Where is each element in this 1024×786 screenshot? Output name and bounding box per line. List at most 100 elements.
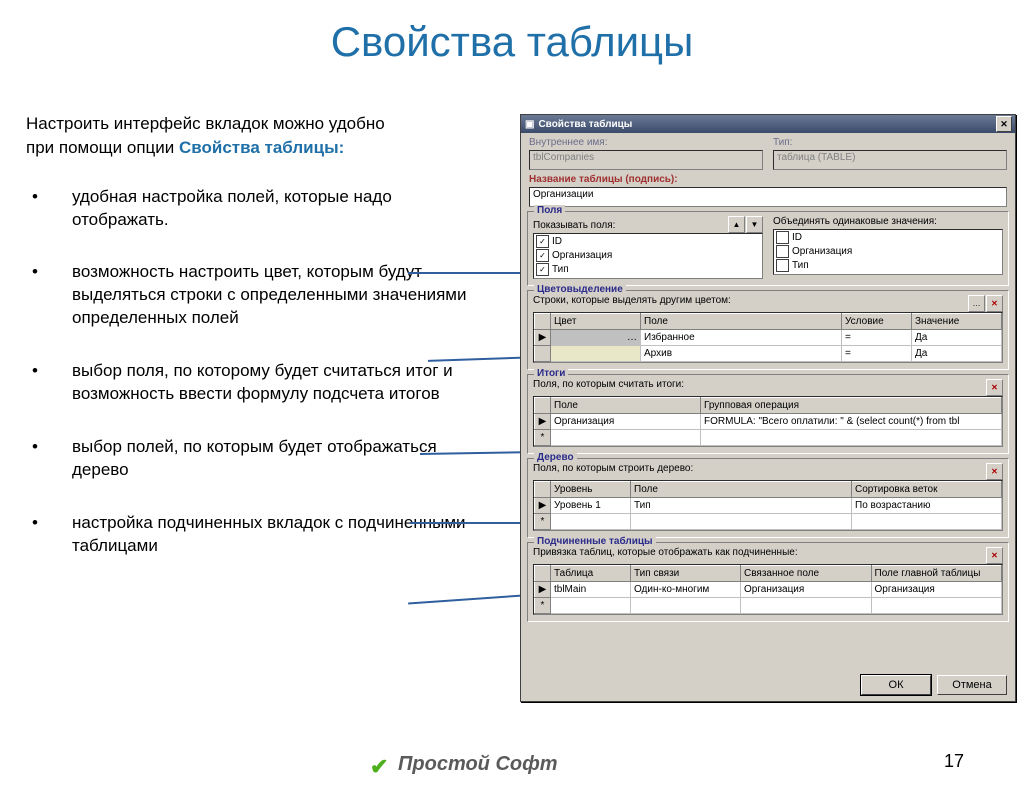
internal-name-label: Внутреннее имя: [529, 137, 763, 148]
checkbox-icon[interactable] [776, 245, 789, 258]
grid-cell[interactable]: Избранное [641, 330, 842, 346]
col-header: Поле [631, 482, 852, 498]
grid-cell[interactable]: Организация [741, 582, 872, 598]
row-marker: ▶ [535, 414, 551, 430]
fields-group: Поля Показывать поля: ▲ ▼ ✓ID ✓Организац… [527, 211, 1009, 286]
merge-fields-list[interactable]: ID Организация Тип [773, 229, 1003, 275]
totals-legend: Итоги [534, 368, 568, 379]
new-row-marker: * [535, 514, 551, 530]
grid-cell[interactable]: По возрастанию [852, 498, 1002, 514]
grid-cell[interactable]: Да [912, 346, 1002, 362]
row-marker: ▶ [535, 330, 551, 346]
checkbox-icon[interactable]: ✓ [536, 235, 549, 248]
grid-cell[interactable]: Уровень 1 [551, 498, 631, 514]
caption-field[interactable]: Организации [529, 187, 1007, 207]
brand-text: Простой Софт [398, 753, 558, 776]
subs-hint: Привязка таблиц, которые отображать как … [533, 547, 798, 562]
fields-legend: Поля [534, 205, 565, 216]
list-item-label: ID [552, 236, 562, 247]
subs-group: Подчиненные таблицы Привязка таблиц, кот… [527, 542, 1009, 622]
grid-cell[interactable]: Да [912, 330, 1002, 346]
grid-cell[interactable]: = [842, 346, 912, 362]
list-item-label: Организация [552, 250, 612, 261]
grid-cell[interactable]: FORMULA: "Всего оплатили: " & (select co… [701, 414, 1002, 430]
caption-label: Название таблицы (подпись): [529, 174, 1007, 185]
col-header: Связанное поле [741, 566, 872, 582]
list-item-label: ID [792, 232, 802, 243]
delete-row-button[interactable]: ✕ [986, 547, 1003, 564]
col-header: Таблица [551, 566, 631, 582]
intro-line1: Настроить интерфейс вкладок можно удобно [26, 114, 385, 133]
colors-legend: Цветовыделение [534, 284, 626, 295]
properties-dialog: ▣ Свойства таблицы ✕ Внутреннее имя: tbl… [520, 114, 1016, 702]
dialog-title: Свойства таблицы [538, 119, 632, 130]
grid-cell[interactable]: Один-ко-многим [631, 582, 741, 598]
type-field: таблица (TABLE) [773, 150, 1007, 170]
list-item-label: Тип [792, 260, 809, 271]
color-cell[interactable]: … [551, 330, 641, 346]
intro-text: Настроить интерфейс вкладок можно удобно… [26, 112, 481, 160]
tree-hint: Поля, по которым строить дерево: [533, 463, 693, 478]
grid-cell[interactable]: Организация [871, 582, 1002, 598]
list-item-label: Организация [792, 246, 852, 257]
ok-button[interactable]: ОК [861, 675, 931, 695]
tree-grid[interactable]: Уровень Поле Сортировка веток ▶ Уровень … [533, 480, 1003, 531]
check-icon [370, 754, 392, 776]
colors-hint: Строки, которые выделять другим цветом: [533, 295, 731, 310]
type-label: Тип: [773, 137, 1007, 148]
internal-name-field: tblCompanies [529, 150, 763, 170]
totals-grid[interactable]: Поле Групповая операция ▶ Организация FO… [533, 396, 1003, 447]
list-item-label: Тип [552, 264, 569, 275]
checkbox-icon[interactable]: ✓ [536, 263, 549, 276]
app-icon: ▣ [525, 119, 534, 130]
tree-group: Дерево Поля, по которым строить дерево: … [527, 458, 1009, 538]
grid-cell[interactable]: = [842, 330, 912, 346]
col-header: Тип связи [631, 566, 741, 582]
bullet-item: настройка подчиненных вкладок с подчинен… [26, 512, 481, 558]
grid-cell[interactable]: tblMain [551, 582, 631, 598]
row-marker: ▶ [535, 498, 551, 514]
grid-cell[interactable]: Организация [551, 414, 701, 430]
subs-grid[interactable]: Таблица Тип связи Связанное поле Поле гл… [533, 564, 1003, 615]
delete-row-button[interactable]: ✕ [986, 295, 1003, 312]
grid-cell[interactable]: Архив [641, 346, 842, 362]
col-header: Значение [912, 314, 1002, 330]
delete-row-button[interactable]: ✕ [986, 463, 1003, 480]
move-up-button[interactable]: ▲ [728, 216, 745, 233]
delete-row-button[interactable]: ✕ [986, 379, 1003, 396]
col-header: Поле [641, 314, 842, 330]
arrow-1 [408, 272, 538, 274]
checkbox-icon[interactable] [776, 231, 789, 244]
intro-line2a: при помощи опции [26, 138, 179, 157]
close-button[interactable]: ✕ [996, 116, 1012, 132]
col-header: Поле [551, 398, 701, 414]
color-cell[interactable] [551, 346, 641, 362]
col-header: Поле главной таблицы [871, 566, 1002, 582]
new-row-marker: * [535, 430, 551, 446]
subs-legend: Подчиненные таблицы [534, 536, 656, 547]
grid-cell[interactable]: Тип [631, 498, 852, 514]
col-header: Сортировка веток [852, 482, 1002, 498]
bullet-item: удобная настройка полей, которые надо от… [26, 186, 481, 232]
checkbox-icon[interactable] [776, 259, 789, 272]
new-row-marker: * [535, 598, 551, 614]
row-marker: ▶ [535, 582, 551, 598]
cancel-button[interactable]: Отмена [937, 675, 1007, 695]
show-fields-list[interactable]: ✓ID ✓Организация ✓Тип [533, 233, 763, 279]
show-fields-label: Показывать поля: [533, 220, 615, 231]
bullet-list: удобная настройка полей, которые надо от… [26, 186, 481, 558]
colors-group: Цветовыделение Строки, которые выделять … [527, 290, 1009, 370]
move-down-button[interactable]: ▼ [746, 216, 763, 233]
colors-grid[interactable]: Цвет Поле Условие Значение ▶ … Избранное… [533, 312, 1003, 363]
add-row-button[interactable]: … [968, 295, 985, 312]
checkbox-icon[interactable]: ✓ [536, 249, 549, 262]
slide-title: Свойства таблицы [0, 18, 1024, 66]
totals-hint: Поля, по которым считать итоги: [533, 379, 684, 394]
footer-brand: Простой Софт [370, 753, 558, 776]
col-header: Цвет [551, 314, 641, 330]
bullet-item: выбор поля, по которому будет считаться … [26, 360, 481, 406]
col-header: Уровень [551, 482, 631, 498]
col-header: Групповая операция [701, 398, 1002, 414]
bullet-item: выбор полей, по которым будет отображать… [26, 436, 481, 482]
dialog-titlebar: ▣ Свойства таблицы ✕ [521, 115, 1015, 133]
